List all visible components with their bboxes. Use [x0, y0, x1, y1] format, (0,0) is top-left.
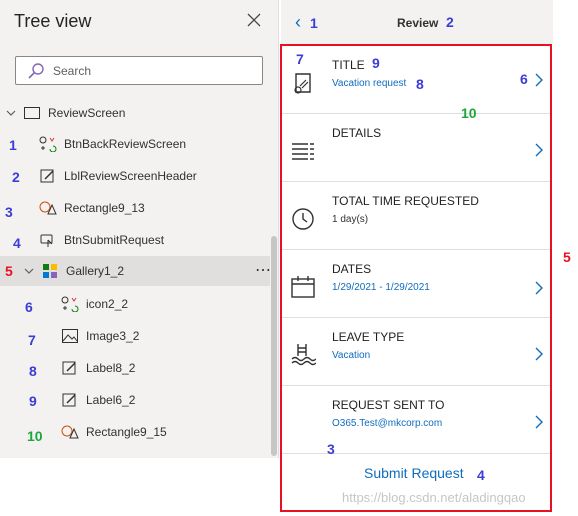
icon-control-icon [60, 296, 80, 312]
tree-node-label: LblReviewScreenHeader [64, 169, 197, 183]
tree-node-label: Gallery1_2 [66, 264, 125, 278]
annotation-number: 8 [29, 363, 37, 379]
search-icon [28, 63, 44, 79]
tree-node-gallery1-2[interactable]: Gallery1_2 [0, 256, 270, 286]
chevron-right-icon[interactable] [534, 72, 544, 88]
close-icon[interactable] [246, 12, 262, 32]
shapes-icon [60, 424, 80, 440]
image-icon [60, 328, 80, 344]
tree-view-title: Tree view [14, 11, 92, 31]
tree-node-reviewscreen[interactable]: ReviewScreen [0, 98, 270, 128]
annotation-number: 6 [25, 299, 33, 315]
back-icon[interactable]: ‹ [295, 12, 301, 33]
watermark: https://blog.csdn.net/aladingqao [342, 490, 526, 505]
button-icon [38, 232, 58, 248]
tree-node-label: Label8_2 [86, 361, 136, 375]
chevron-right-icon[interactable] [534, 414, 544, 430]
pool-icon [291, 344, 316, 366]
tree-node-label: BtnSubmitRequest [64, 233, 165, 247]
row-total-time-label: TOTAL TIME REQUESTED [332, 194, 479, 208]
tree-node-label: Rectangle9_15 [86, 425, 167, 439]
annotation-number: 10 [27, 428, 43, 444]
annotation-number: 7 [296, 51, 304, 67]
gallery: TITLE Vacation request DETAILS TOTAL TIM… [280, 44, 552, 512]
tree-node-lblreviewscreenheader[interactable]: LblReviewScreenHeader [0, 161, 270, 191]
more-options-icon[interactable]: ⋯ [255, 260, 272, 280]
annotation-number: 4 [477, 467, 485, 483]
annotation-number: 3 [327, 441, 335, 457]
row-dates-label: DATES [332, 262, 372, 276]
tree-node-btnsubmitrequest[interactable]: BtnSubmitRequest [0, 225, 270, 255]
certificate-icon [294, 73, 311, 94]
label-icon [38, 168, 58, 184]
gallery-row-details[interactable]: DETAILS [282, 114, 550, 182]
gallery-icon [40, 263, 60, 279]
annotation-number: 5 [5, 263, 13, 279]
chevron-right-icon[interactable] [534, 142, 544, 158]
gallery-row-dates[interactable]: DATES 1/29/2021 - 1/29/2021 [282, 250, 550, 318]
row-total-time-value: 1 day(s) [332, 214, 369, 225]
tree-node-image3-2[interactable]: Image3_2 [0, 321, 270, 351]
label-icon [60, 392, 80, 408]
gallery-row-total-time: TOTAL TIME REQUESTED 1 day(s) [282, 182, 550, 250]
row-request-sent-to-label: REQUEST SENT TO [332, 398, 445, 412]
annotation-number: 9 [372, 55, 380, 71]
chevron-right-icon[interactable] [534, 346, 544, 362]
tree-node-rectangle9-13[interactable]: Rectangle9_13 [0, 193, 270, 223]
tree-node-label: Label6_2 [86, 393, 136, 407]
screen-icon [22, 105, 42, 121]
row-request-sent-to-value: O365.Test@mkcorp.com [332, 418, 443, 429]
row-leave-type-value: Vacation [332, 350, 371, 361]
annotation-number: 2 [446, 14, 454, 30]
gallery-row-request-sent-to[interactable]: REQUEST SENT TO O365.Test@mkcorp.com [282, 386, 550, 454]
tree-node-icon2-2[interactable]: icon2_2 [0, 289, 270, 319]
chevron-right-icon[interactable] [534, 280, 544, 296]
annotation-number: 9 [29, 393, 37, 409]
annotation-number: 3 [5, 204, 13, 220]
clock-icon [292, 208, 314, 230]
chevron-down-icon[interactable] [6, 108, 16, 118]
search-placeholder: Search [53, 64, 92, 78]
gallery-row-leave-type[interactable]: LEAVE TYPE Vacation [282, 318, 550, 386]
annotation-number: 1 [9, 137, 17, 153]
tree-node-label: BtnBackReviewScreen [64, 137, 187, 151]
submit-request-button[interactable]: Submit Request [364, 465, 464, 481]
annotation-number: 8 [416, 76, 424, 92]
tree-node-label: Image3_2 [86, 329, 140, 343]
annotation-number: 2 [12, 169, 20, 185]
row-title-value: Vacation request [332, 78, 407, 89]
chevron-down-icon[interactable] [24, 266, 34, 276]
tree-node-label: icon2_2 [86, 297, 129, 311]
label-icon [60, 360, 80, 376]
tree-view-panel: Tree view Search ReviewScreen BtnBackRev… [0, 0, 279, 458]
tree-scrollbar[interactable] [271, 236, 277, 456]
annotation-number: 6 [520, 71, 528, 87]
row-title-label: TITLE [332, 58, 365, 72]
list-icon [292, 143, 314, 160]
tree-node-label: ReviewScreen [48, 106, 126, 120]
icon-control-icon [38, 136, 58, 152]
search-input[interactable]: Search [15, 56, 263, 85]
row-details-label: DETAILS [332, 126, 382, 140]
row-leave-type-label: LEAVE TYPE [332, 330, 405, 344]
page-title: Review [397, 16, 439, 30]
shapes-icon [38, 200, 58, 216]
tree-node-label: Rectangle9_13 [64, 201, 145, 215]
tree-node-label8-2[interactable]: Label8_2 [0, 353, 270, 383]
annotation-number: 4 [13, 235, 21, 251]
tree-node-label6-2[interactable]: Label6_2 [0, 385, 270, 415]
row-dates-value: 1/29/2021 - 1/29/2021 [332, 282, 430, 293]
annotation-number: 5 [563, 249, 571, 265]
annotation-number: 10 [461, 105, 477, 121]
annotation-number: 7 [28, 332, 36, 348]
tree-node-btnbackreviewscreen[interactable]: BtnBackReviewScreen [0, 129, 270, 159]
annotation-number: 1 [310, 15, 318, 31]
calendar-icon [291, 276, 315, 298]
